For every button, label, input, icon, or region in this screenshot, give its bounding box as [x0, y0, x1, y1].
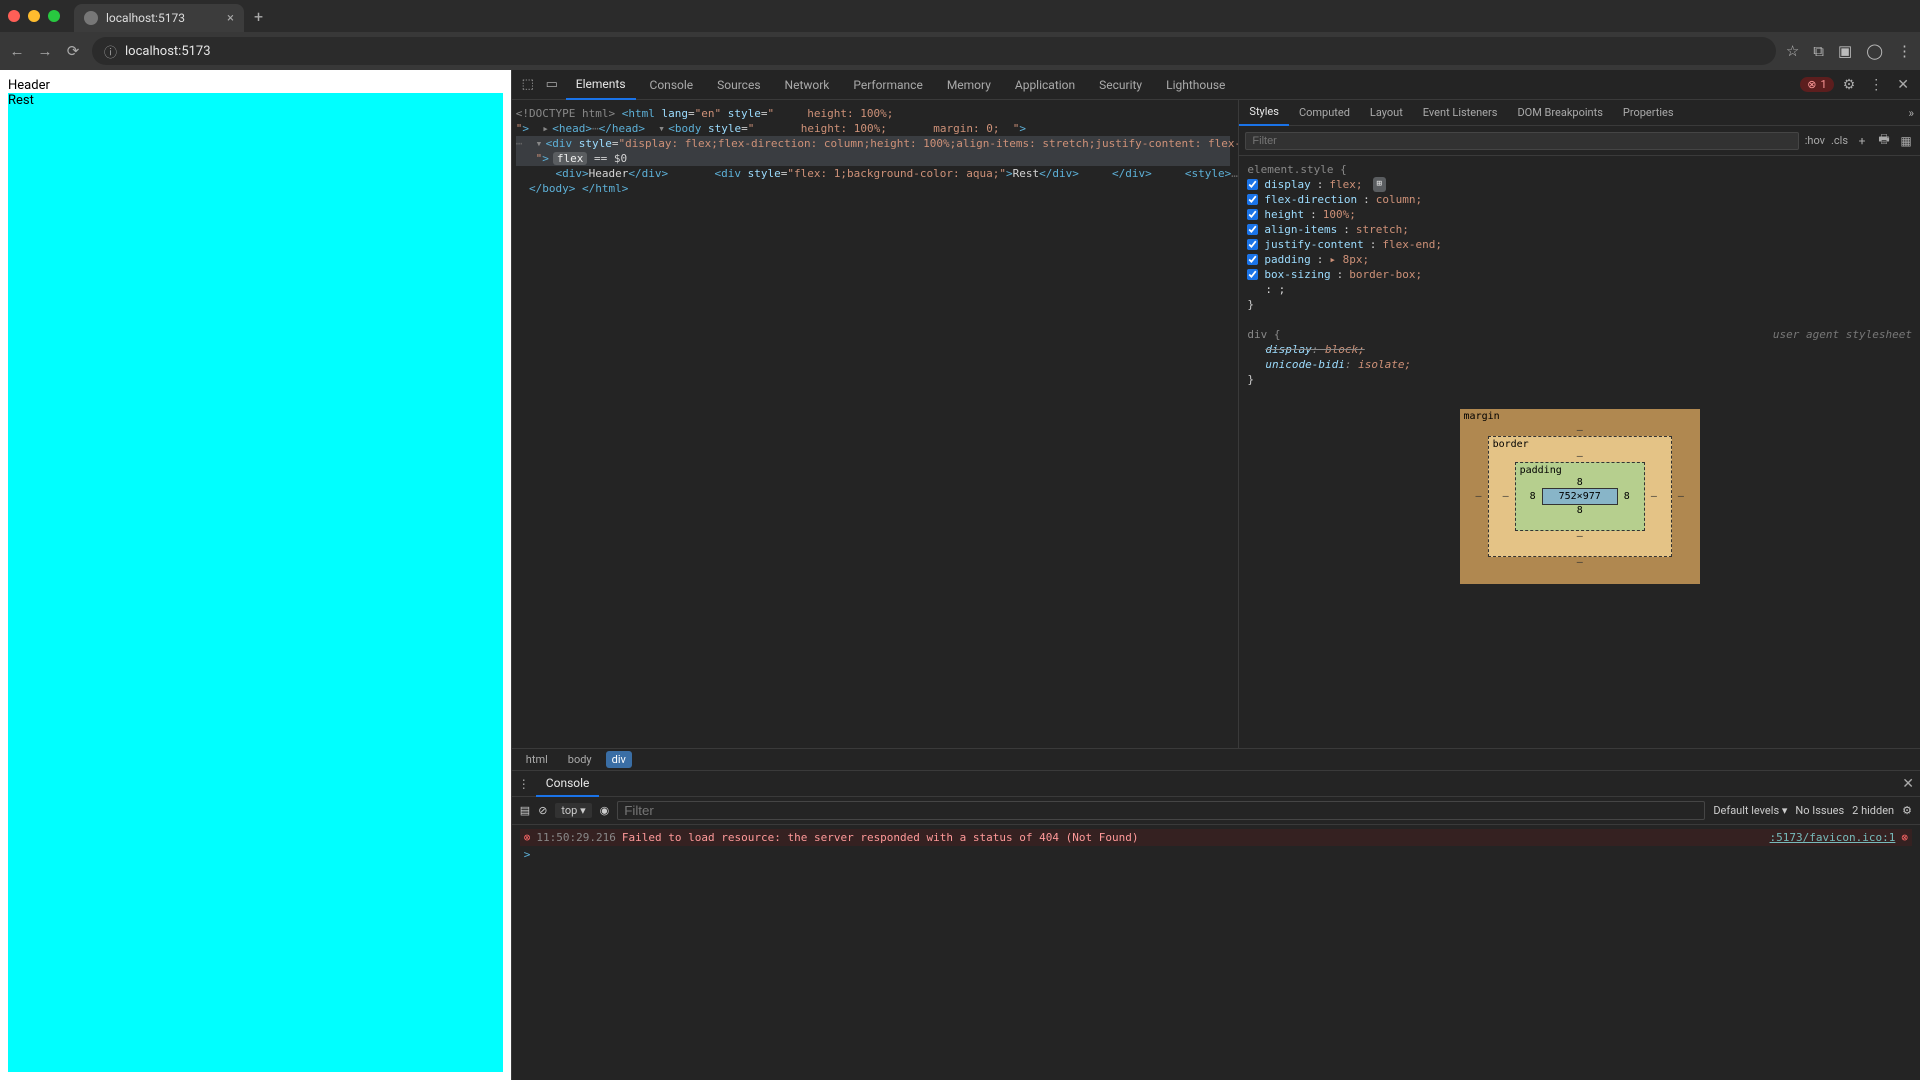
error-counter[interactable]: ⊗ 1	[1800, 77, 1833, 92]
chrome-menu-icon[interactable]: ⋮	[1897, 42, 1912, 60]
selected-element[interactable]: ⋯ ▾<div style="display: flex;flex-direct…	[516, 136, 1231, 166]
tab-application[interactable]: Application	[1005, 70, 1085, 100]
crumb-div[interactable]: div	[606, 751, 632, 768]
profile-icon[interactable]: ◯	[1866, 42, 1883, 60]
url-text: localhost:5173	[125, 44, 211, 59]
address-bar[interactable]: ⓘ localhost:5173	[92, 37, 1776, 65]
error-timestamp: 11:50:29.216	[536, 831, 615, 844]
console-prompt[interactable]: >	[520, 846, 1912, 863]
console-filter-input[interactable]	[617, 801, 1705, 820]
prop-toggle[interactable]	[1247, 179, 1258, 190]
doctype: <!DOCTYPE html>	[516, 107, 615, 120]
tab-lighthouse[interactable]: Lighthouse	[1156, 70, 1235, 100]
close-window[interactable]	[8, 10, 20, 22]
styles-pane: Styles Computed Layout Event Listeners D…	[1238, 100, 1920, 748]
drawer-close-icon[interactable]: ✕	[1902, 776, 1914, 792]
styles-overflow-icon[interactable]: »	[1902, 106, 1920, 120]
tab-performance[interactable]: Performance	[843, 70, 932, 100]
tab-sources[interactable]: Sources	[707, 70, 770, 100]
rendered-page: Header Rest	[0, 70, 511, 1080]
devtools-tabs: ⬚ ▭ Elements Console Sources Network Per…	[512, 70, 1920, 100]
tab-memory[interactable]: Memory	[937, 70, 1001, 100]
drawer-more-icon[interactable]: ⋮	[518, 777, 530, 791]
maximize-window[interactable]	[48, 10, 60, 22]
error-icon: ⊗	[524, 831, 531, 844]
tab-layout[interactable]: Layout	[1360, 100, 1413, 126]
tab-properties[interactable]: Properties	[1613, 100, 1684, 126]
flex-badge[interactable]: flex	[553, 152, 588, 165]
tab-dom-breakpoints[interactable]: DOM Breakpoints	[1507, 100, 1612, 126]
prop-toggle[interactable]	[1247, 194, 1258, 205]
log-levels-select[interactable]: Default levels ▾	[1713, 804, 1787, 817]
tab-elements[interactable]: Elements	[566, 70, 636, 100]
execution-context-select[interactable]: top ▾	[555, 803, 591, 818]
live-expression-icon[interactable]: ◉	[600, 804, 610, 817]
main: Header Rest ⬚ ▭ Elements Console Sources…	[0, 70, 1920, 1080]
styles-filter-input[interactable]	[1245, 132, 1798, 150]
devtools-close-icon[interactable]: ✕	[1892, 77, 1914, 93]
drawer-tab-console[interactable]: Console	[536, 771, 600, 797]
tab-security[interactable]: Security	[1089, 70, 1152, 100]
close-tab-icon[interactable]: ×	[227, 11, 234, 26]
console-drawer: ⋮ Console ✕ ▤ ⊘ top ▾ ◉ Default levels ▾…	[512, 770, 1920, 1080]
error-source-link[interactable]: :5173/favicon.ico:1	[1770, 831, 1896, 844]
new-style-button[interactable]: +	[1854, 134, 1870, 148]
toolbar: ← → ⟳ ⓘ localhost:5173 ☆ ⧉ ▣ ◯ ⋮	[0, 32, 1920, 70]
tab-styles[interactable]: Styles	[1239, 100, 1289, 126]
tab-event-listeners[interactable]: Event Listeners	[1413, 100, 1508, 126]
side-panel-icon[interactable]: ▣	[1838, 42, 1852, 60]
prop-toggle[interactable]	[1247, 239, 1258, 250]
tab-computed[interactable]: Computed	[1289, 100, 1360, 126]
bookmark-icon[interactable]: ☆	[1786, 42, 1799, 60]
minimize-window[interactable]	[28, 10, 40, 22]
page-header: Header	[8, 78, 503, 93]
console-sidebar-icon[interactable]: ▤	[520, 804, 530, 817]
hov-toggle[interactable]: :hov	[1805, 134, 1825, 147]
favicon-icon	[84, 11, 98, 25]
devtools-settings-icon[interactable]: ⚙	[1838, 77, 1861, 93]
issues-link[interactable]: No Issues	[1795, 804, 1844, 817]
console-clear-icon[interactable]: ⊘	[538, 804, 547, 817]
back-button[interactable]: ←	[8, 42, 26, 60]
console-settings-icon[interactable]: ⚙	[1902, 804, 1912, 817]
breadcrumb: html body div	[512, 748, 1920, 770]
crumb-body[interactable]: body	[562, 751, 598, 768]
reload-button[interactable]: ⟳	[64, 42, 82, 60]
new-prop-line[interactable]: : ;	[1265, 282, 1285, 297]
crumb-html[interactable]: html	[520, 751, 554, 768]
tab-network[interactable]: Network	[775, 70, 840, 100]
page-rest: Rest	[8, 93, 503, 1072]
site-info-icon[interactable]: ⓘ	[104, 42, 117, 61]
rule-selector: element.style {	[1247, 162, 1912, 177]
extensions-icon[interactable]: ⧉	[1813, 42, 1824, 60]
console-error-row[interactable]: ⊗ 11:50:29.216 Failed to load resource: …	[520, 829, 1912, 846]
error-message: Failed to load resource: the server resp…	[622, 831, 1139, 844]
tab-console[interactable]: Console	[640, 70, 704, 100]
dom-tree[interactable]: <!DOCTYPE html> <html lang="en" style=" …	[512, 100, 1239, 748]
prop-toggle[interactable]	[1247, 224, 1258, 235]
hidden-count[interactable]: 2 hidden	[1852, 804, 1894, 817]
cls-toggle[interactable]: .cls	[1831, 134, 1848, 147]
prop-toggle[interactable]	[1247, 269, 1258, 280]
prop-toggle[interactable]	[1247, 209, 1258, 220]
new-tab-button[interactable]: +	[254, 7, 263, 26]
ua-stylesheet-note: user agent stylesheet	[1773, 327, 1912, 342]
forward-button[interactable]: →	[36, 42, 54, 60]
style-rules[interactable]: element.style { display: flex; ⊞ flex-di…	[1239, 156, 1920, 393]
box-content: 752×977	[1542, 488, 1618, 505]
box-model[interactable]: margin – – border – – padding	[1239, 393, 1920, 600]
tab-title: localhost:5173	[106, 11, 185, 25]
error-badge-icon: ⊗	[1901, 831, 1908, 844]
inspect-icon[interactable]: ⬚	[518, 77, 538, 92]
prop-toggle[interactable]	[1247, 254, 1258, 265]
browser-tab[interactable]: localhost:5173 ×	[74, 4, 244, 32]
titlebar: localhost:5173 × +	[0, 0, 1920, 32]
devtools: ⬚ ▭ Elements Console Sources Network Per…	[511, 70, 1920, 1080]
computed-toggle-icon[interactable]: ▦	[1898, 134, 1914, 148]
devtools-more-icon[interactable]: ⋮	[1864, 77, 1888, 93]
window-controls	[8, 10, 60, 22]
print-icon[interactable]: 🖶	[1876, 130, 1892, 151]
device-toggle-icon[interactable]: ▭	[542, 77, 562, 92]
